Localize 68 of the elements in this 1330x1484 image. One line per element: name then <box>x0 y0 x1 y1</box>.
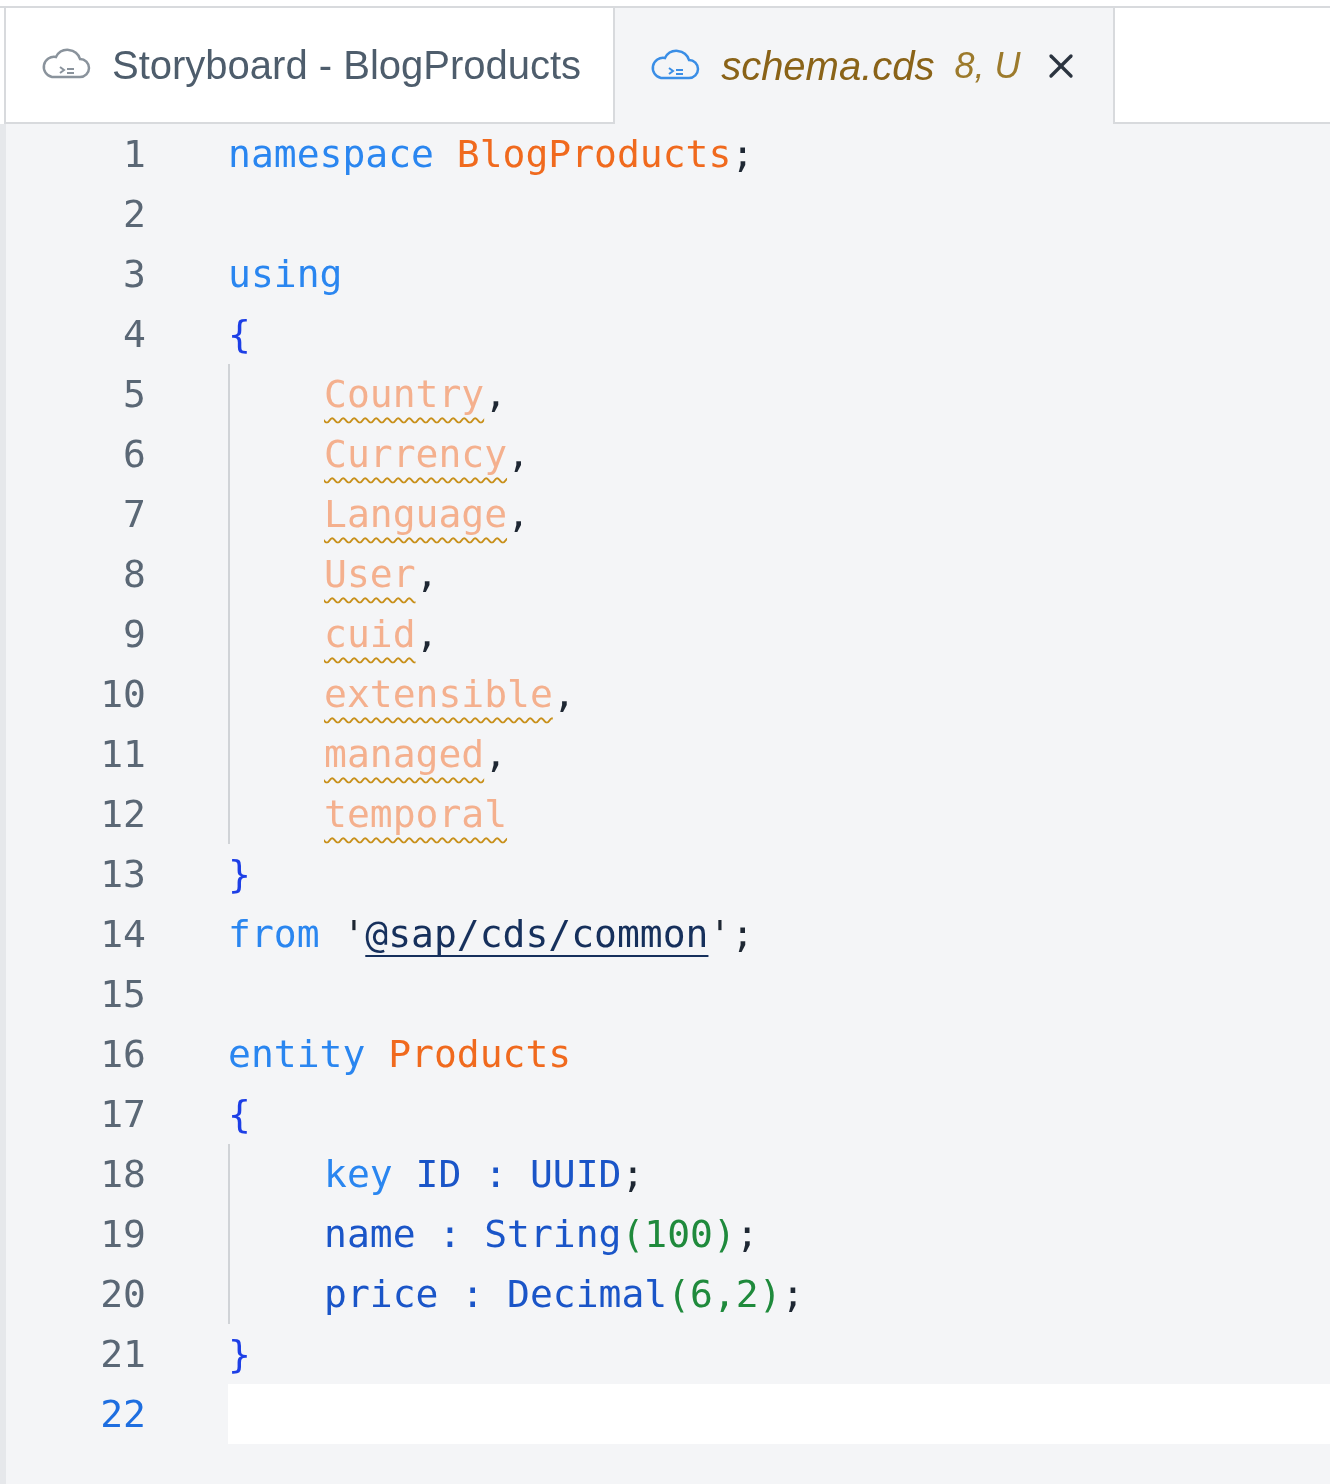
import-name: cuid <box>324 610 416 658</box>
identifier: Products <box>387 1030 572 1078</box>
keyword: from <box>228 910 320 958</box>
line-number: 20 <box>99 1270 146 1318</box>
line-number: 19 <box>99 1210 146 1258</box>
punctuation: , <box>552 670 576 718</box>
line-number: 3 <box>122 250 146 298</box>
punctuation: , <box>484 370 508 418</box>
punctuation: ; <box>781 1270 805 1318</box>
punctuation: ; <box>621 1150 645 1198</box>
line-number: 14 <box>99 910 146 958</box>
punctuation: , <box>507 490 530 538</box>
parenthesis: ( <box>667 1270 691 1318</box>
line-number: 17 <box>99 1090 146 1138</box>
line-number: 13 <box>99 850 146 898</box>
line-number: 4 <box>122 310 146 358</box>
punctuation: ' <box>341 910 366 958</box>
line-number: 21 <box>99 1330 146 1378</box>
line-number: 11 <box>99 730 146 778</box>
number: 6,2 <box>690 1270 759 1318</box>
tab-label: schema.cds <box>721 43 935 90</box>
type-declaration: ID : UUID <box>414 1150 622 1198</box>
parenthesis: ) <box>712 1210 736 1258</box>
import-name: extensible <box>324 670 553 718</box>
line-number: 9 <box>122 610 146 658</box>
brace: } <box>228 850 251 898</box>
line-number: 18 <box>99 1150 146 1198</box>
line-number: 7 <box>122 490 146 538</box>
line-number: 16 <box>99 1030 146 1078</box>
punctuation: , <box>507 430 530 478</box>
import-name: temporal <box>324 790 508 838</box>
brace: { <box>228 310 251 358</box>
editor-tab[interactable]: schema.cds 8, U <box>613 8 1115 124</box>
punctuation: ; <box>731 130 755 178</box>
parenthesis: ) <box>758 1270 782 1318</box>
type-declaration: price : Decimal <box>324 1270 668 1318</box>
brace: { <box>228 1090 251 1138</box>
line-number: 15 <box>99 970 146 1018</box>
import-name: Currency <box>324 430 508 478</box>
tab-label: Storyboard - BlogProducts <box>112 42 582 89</box>
keyword: entity <box>228 1030 366 1078</box>
line-number: 22 <box>99 1390 146 1438</box>
keyword: namespace <box>228 130 434 178</box>
keyword: using <box>228 250 343 298</box>
problem-count: 8, U <box>954 44 1021 88</box>
punctuation: , <box>484 730 508 778</box>
line-number: 6 <box>122 430 146 478</box>
punctuation: ; <box>735 1210 759 1258</box>
import-name: User <box>324 550 416 598</box>
punctuation: , <box>415 610 439 658</box>
identifier: BlogProducts <box>455 130 732 178</box>
punctuation: , <box>415 550 439 598</box>
line-number: 12 <box>99 790 146 838</box>
line-number: 2 <box>122 190 146 238</box>
type-declaration: name : String <box>324 1210 622 1258</box>
line-number: 1 <box>122 130 146 178</box>
brace: } <box>228 1330 251 1378</box>
number: 100 <box>644 1210 713 1258</box>
line-number: 8 <box>122 550 146 598</box>
module-path-link[interactable]: @sap/cds/common <box>365 905 709 963</box>
line-number: 5 <box>122 370 146 418</box>
punctuation: '; <box>708 910 755 958</box>
keyword: key <box>324 1150 393 1198</box>
parenthesis: ( <box>621 1210 645 1258</box>
import-name: Language <box>324 490 508 538</box>
import-name: Country <box>324 370 485 418</box>
import-name: managed <box>324 730 485 778</box>
line-number: 10 <box>99 670 146 718</box>
